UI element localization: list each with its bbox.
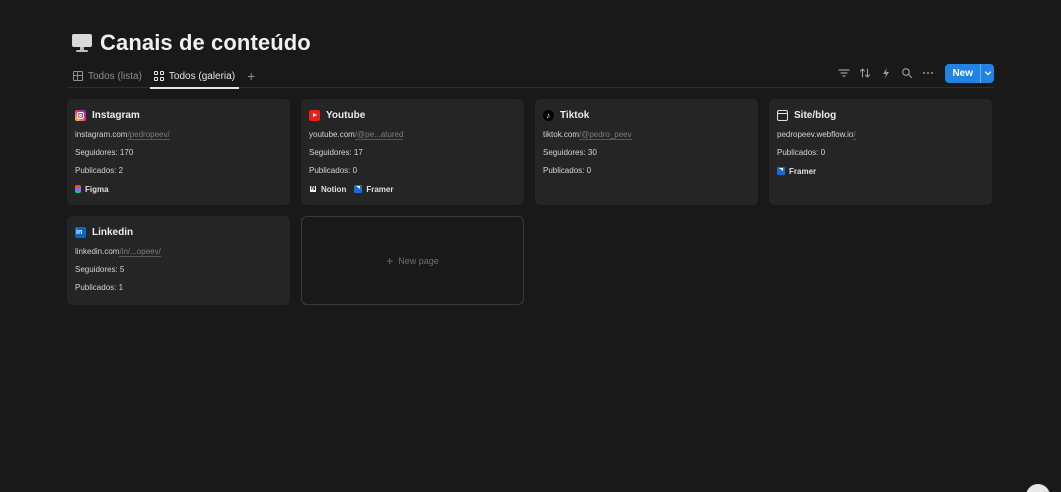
card-title: Instagram bbox=[92, 109, 140, 121]
browser-window-icon bbox=[777, 109, 788, 121]
url-path: / bbox=[853, 130, 856, 140]
tag-framer: Framer bbox=[354, 185, 393, 194]
new-button[interactable]: New bbox=[945, 63, 994, 83]
url-path: /in/...opeev/ bbox=[119, 247, 161, 257]
tag-label: Figma bbox=[85, 184, 109, 194]
card-title: Tiktok bbox=[560, 109, 590, 121]
tag-framer: Framer bbox=[777, 167, 816, 176]
plus-icon: + bbox=[386, 253, 394, 268]
figma-icon bbox=[75, 185, 81, 193]
url-domain: youtube.com bbox=[309, 130, 355, 139]
tab-label: Todos (lista) bbox=[88, 70, 142, 82]
url-domain: linkedin.com bbox=[75, 247, 120, 256]
gallery-card-youtube[interactable]: Youtube youtube.com/@pe...atured Seguido… bbox=[301, 99, 524, 205]
tab-todos-galeria[interactable]: Todos (galeria) bbox=[148, 64, 241, 89]
gallery-card-linkedin[interactable]: in Linkedin linkedin.com/in/...opeev/ Se… bbox=[67, 216, 290, 305]
tag-figma: Figma bbox=[75, 185, 109, 194]
notion-icon: N bbox=[309, 185, 317, 193]
tag-label: Framer bbox=[789, 166, 817, 176]
gallery-grid: Instagram instagram.com/pedropeev/ Segui… bbox=[67, 99, 994, 305]
linkedin-icon: in bbox=[75, 226, 86, 238]
url-path: /@pedro_peev bbox=[579, 130, 632, 140]
card-published: Publicados: 0 bbox=[777, 148, 826, 157]
card-tags: Figma bbox=[75, 184, 282, 194]
url-path: /pedropeev/ bbox=[127, 130, 170, 140]
card-url[interactable]: youtube.com/@pe...atured bbox=[309, 130, 516, 140]
card-url[interactable]: instagram.com/pedropeev/ bbox=[75, 130, 282, 140]
card-followers: Seguidores: 170 bbox=[75, 148, 134, 157]
view-tabs: Todos (lista) Todos (galeria) + bbox=[67, 64, 261, 89]
framer-icon bbox=[354, 185, 363, 193]
card-published: Publicados: 2 bbox=[75, 166, 124, 175]
card-published: Publicados: 1 bbox=[75, 283, 124, 292]
card-followers: Seguidores: 5 bbox=[75, 265, 125, 274]
card-followers: Seguidores: 30 bbox=[543, 148, 597, 157]
card-tags: N Notion Framer bbox=[309, 184, 516, 194]
page-header: Canais de conteúdo bbox=[72, 30, 311, 56]
instagram-icon bbox=[75, 109, 86, 121]
gallery-icon bbox=[153, 71, 164, 81]
youtube-icon bbox=[309, 109, 320, 121]
page-title[interactable]: Canais de conteúdo bbox=[100, 30, 311, 56]
new-page-button[interactable]: + New page bbox=[301, 216, 524, 305]
help-button[interactable] bbox=[1026, 484, 1050, 492]
url-domain: pedropeev.webflow.io bbox=[777, 130, 854, 139]
desktop-computer-icon[interactable] bbox=[72, 34, 92, 52]
card-title: Linkedin bbox=[92, 226, 134, 238]
tiktok-icon: ♪ bbox=[543, 109, 554, 121]
sort-icon[interactable] bbox=[857, 66, 872, 81]
new-page-label: New page bbox=[398, 255, 439, 266]
card-followers: Seguidores: 17 bbox=[309, 148, 363, 157]
url-path: /@pe...atured bbox=[354, 130, 404, 140]
view-actions: New bbox=[836, 63, 994, 83]
card-published: Publicados: 0 bbox=[543, 166, 592, 175]
url-domain: tiktok.com bbox=[543, 130, 580, 139]
card-published: Publicados: 0 bbox=[309, 166, 358, 175]
card-url[interactable]: tiktok.com/@pedro_peev bbox=[543, 130, 750, 140]
table-icon bbox=[73, 71, 83, 81]
add-view-button[interactable]: + bbox=[241, 64, 261, 88]
view-toolbar: Todos (lista) Todos (galeria) + New bbox=[67, 63, 994, 89]
chevron-down-icon[interactable] bbox=[980, 63, 994, 83]
gallery-card-tiktok[interactable]: ♪ Tiktok tiktok.com/@pedro_peev Seguidor… bbox=[535, 99, 758, 205]
tab-label: Todos (galeria) bbox=[168, 70, 236, 82]
gallery-card-site-blog[interactable]: Site/blog pedropeev.webflow.io/ Publicad… bbox=[769, 99, 992, 205]
automation-icon[interactable] bbox=[878, 66, 893, 81]
filter-icon[interactable] bbox=[836, 66, 851, 81]
more-icon[interactable] bbox=[920, 66, 935, 81]
framer-icon bbox=[777, 167, 785, 175]
card-title: Youtube bbox=[326, 109, 366, 121]
search-icon[interactable] bbox=[899, 66, 914, 81]
tag-notion: N Notion bbox=[309, 185, 346, 194]
tag-label: Framer bbox=[366, 184, 394, 194]
tag-label: Notion bbox=[321, 184, 347, 194]
new-button-label[interactable]: New bbox=[945, 64, 980, 83]
card-title: Site/blog bbox=[794, 109, 837, 121]
url-domain: instagram.com bbox=[75, 130, 128, 139]
gallery-card-instagram[interactable]: Instagram instagram.com/pedropeev/ Segui… bbox=[67, 99, 290, 205]
card-url[interactable]: linkedin.com/in/...opeev/ bbox=[75, 247, 282, 257]
tab-todos-lista[interactable]: Todos (lista) bbox=[67, 64, 148, 88]
card-tags: Framer bbox=[777, 166, 984, 176]
card-url[interactable]: pedropeev.webflow.io/ bbox=[777, 130, 984, 140]
